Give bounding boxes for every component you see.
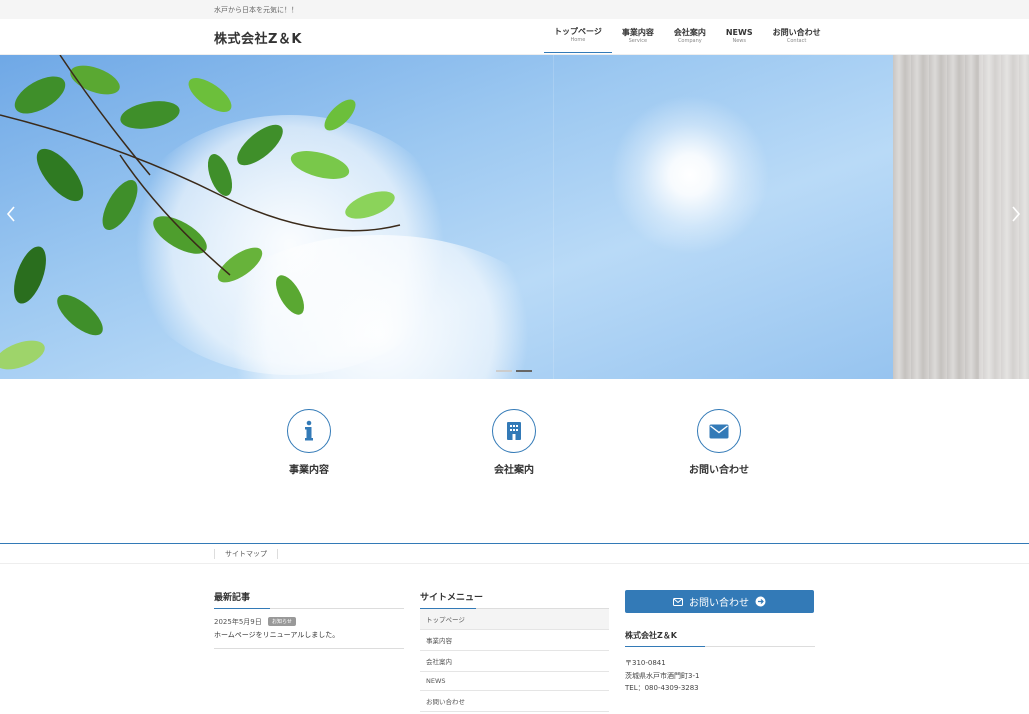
nav-item-sub: Contact [786,37,807,44]
footer: 最新記事 2025年5月9日 お知らせ ホームページをリニューアルしました。 サ… [0,564,1029,714]
nav-item-home[interactable]: トップページ Home [544,19,612,53]
site-menu-title: サイトメニュー [420,590,609,609]
street-address: 茨城県水戸市酒門町3-1 [625,671,700,680]
breadcrumb: サイトマップ [0,543,1029,564]
top-bar: 水戸から日本を元気に！！ [0,0,1029,19]
contact-column: お問い合わせ 株式会社Z＆K 〒310-0841 茨城県水戸市酒門町3-1 TE… [625,590,815,695]
header: 株式会社Z＆K トップページ Home 事業内容 Service 会社案内 Co… [0,19,1029,55]
nav-item-sub: Service [628,37,648,44]
site-menu-item-news[interactable]: NEWS [420,672,609,691]
slider-dot[interactable] [496,370,512,372]
divider [214,648,404,649]
nav-item-sub: News [732,37,746,44]
arrow-circle-right-icon [755,596,766,607]
feature-label: 会社案内 [494,465,534,476]
breadcrumb-item-sitemap[interactable]: サイトマップ [214,549,278,559]
nav-item-label: NEWS [725,27,753,37]
nav-item-contact[interactable]: お問い合わせ Contact [763,19,831,53]
site-menu-item-service[interactable]: 事業内容 [420,630,609,651]
nav-item-news[interactable]: NEWS News [716,19,763,53]
list-item: 2025年5月9日 お知らせ ホームページをリニューアルしました。 [214,617,404,640]
slider-prev-button[interactable] [6,205,16,228]
leaves-graphic [0,55,401,370]
nav-item-service[interactable]: 事業内容 Service [612,19,664,53]
nav-item-label: トップページ [554,27,602,36]
postal-code: 〒310-0841 [625,659,666,667]
feature-service[interactable]: 事業内容 [259,409,359,476]
global-nav: トップページ Home 事業内容 Service 会社案内 Company NE… [544,19,831,55]
company-name: 株式会社Z＆K [625,630,815,647]
slide-divider [553,55,554,379]
nav-item-label: 事業内容 [621,27,654,37]
envelope-icon [673,597,683,606]
site-menu-item-home[interactable]: トップページ [420,609,609,630]
nav-item-label: 会社案内 [673,27,706,37]
building-icon [492,409,536,453]
slider-dots [496,370,532,372]
phone-number: TEL：080-4309-3283 [625,684,699,692]
nav-item-sub: Company [677,37,702,44]
hero-slider [0,55,1029,379]
contact-button[interactable]: お問い合わせ [625,590,814,613]
post-title-link[interactable]: ホームページをリニューアルしました。 [214,630,404,640]
info-icon [287,409,331,453]
company-address: 〒310-0841 茨城県水戸市酒門町3-1 TEL：080-4309-3283 [625,657,815,695]
feature-label: 事業内容 [289,465,329,476]
curtain-shade [979,55,1029,379]
latest-posts-title: 最新記事 [214,590,404,609]
site-logo[interactable]: 株式会社Z＆K [214,28,302,47]
feature-label: お問い合わせ [689,465,749,476]
slider-dot-active[interactable] [516,370,532,372]
sun-graphic [610,95,770,255]
feature-company[interactable]: 会社案内 [464,409,564,476]
chevron-right-icon [1012,206,1021,222]
tagline: 水戸から日本を元気に！！ [214,6,298,14]
site-menu-item-company[interactable]: 会社案内 [420,651,609,672]
nav-item-label: お問い合わせ [772,27,821,37]
feature-contact[interactable]: お問い合わせ [669,409,769,476]
post-date: 2025年5月9日 [214,618,262,626]
category-badge[interactable]: お知らせ [267,617,296,626]
chevron-left-icon [6,206,15,222]
site-menu: サイトメニュー トップページ 事業内容 会社案内 NEWS お問い合わせ [420,590,609,712]
nav-item-company[interactable]: 会社案内 Company [664,19,716,53]
latest-posts: 最新記事 2025年5月9日 お知らせ ホームページをリニューアルしました。 [214,590,404,649]
envelope-icon [697,409,741,453]
nav-item-sub: Home [570,37,586,43]
contact-button-label: お問い合わせ [689,598,749,609]
slider-next-button[interactable] [1011,205,1021,228]
site-menu-item-contact[interactable]: お問い合わせ [420,691,609,712]
